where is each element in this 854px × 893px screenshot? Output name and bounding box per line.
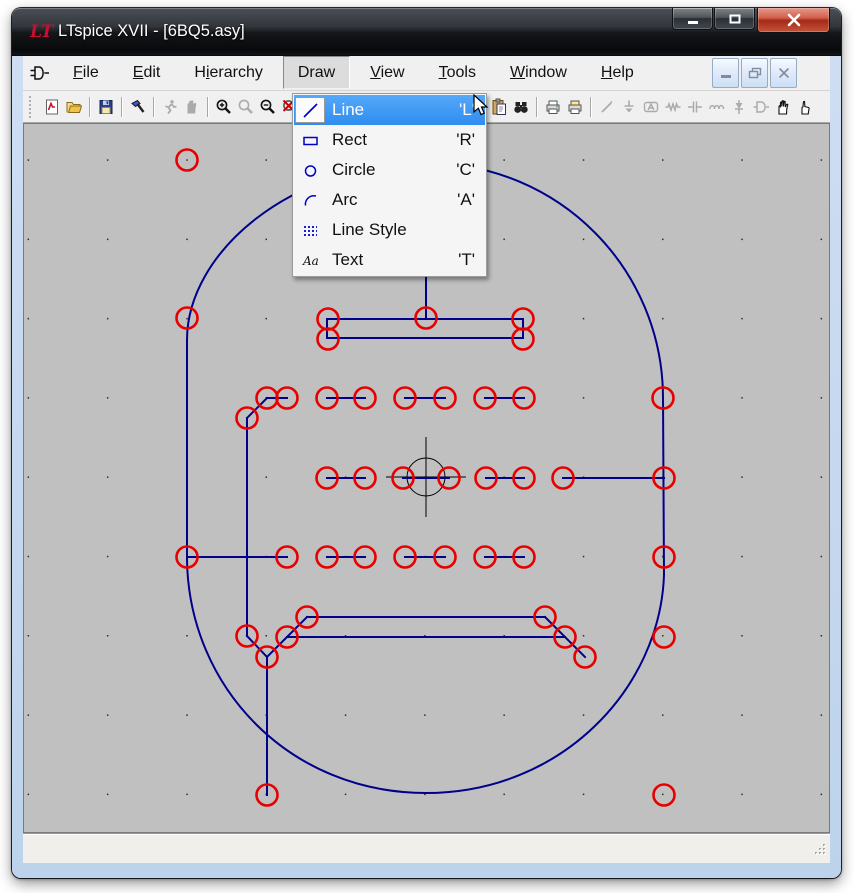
drag-hand-icon[interactable] — [794, 95, 816, 119]
halt-icon — [181, 95, 203, 119]
toolbar-separator — [207, 97, 209, 117]
resistor-icon — [662, 95, 684, 119]
text-icon: Aa — [295, 247, 325, 273]
menu-window[interactable]: Window — [496, 56, 581, 89]
menu-item-label: Text — [325, 250, 458, 270]
menu-item-shortcut: 'A' — [457, 190, 485, 210]
menu-view[interactable]: View — [356, 56, 418, 89]
toolbar-separator — [590, 97, 592, 117]
window-title: LTspice XVII - [6BQ5.asy] — [58, 8, 245, 56]
menu-bar: FileEditHierarchyDrawViewToolsWindowHelp — [23, 56, 830, 91]
toolbar-grip[interactable] — [29, 96, 34, 118]
zoom-in-icon[interactable] — [213, 95, 235, 119]
ltspice-logo-icon: LT — [30, 21, 56, 43]
print-preview-icon[interactable] — [564, 95, 586, 119]
menu-tools[interactable]: Tools — [425, 56, 490, 89]
menu-item-label: Rect — [325, 130, 456, 150]
line-style-icon — [295, 217, 325, 243]
circle-icon — [295, 157, 325, 183]
run-icon — [159, 95, 181, 119]
draw-menu-item-arc[interactable]: Arc'A' — [294, 185, 485, 215]
menu-item-label: Line Style — [325, 220, 475, 240]
control-panel-icon[interactable] — [127, 95, 149, 119]
open-icon[interactable] — [63, 95, 85, 119]
mdi-close-button[interactable] — [770, 58, 797, 88]
component-icon — [750, 95, 772, 119]
draw-dropdown-menu: Line'L'Rect'R'Circle'C'Arc'A'Line StyleA… — [292, 93, 487, 277]
menu-item-shortcut: 'R' — [456, 130, 485, 150]
rect-icon — [295, 127, 325, 153]
print-icon[interactable] — [542, 95, 564, 119]
mdi-minimize-button[interactable] — [712, 58, 739, 88]
inductor-icon — [706, 95, 728, 119]
zoom-back-icon — [235, 95, 257, 119]
menu-file[interactable]: File — [59, 56, 113, 89]
draw-menu-item-circle[interactable]: Circle'C' — [294, 155, 485, 185]
screen: LT LTspice XVII - [6BQ5.asy] FileEditHie… — [0, 0, 854, 893]
menu-hierarchy[interactable]: Hierarchy — [180, 56, 276, 89]
menu-item-label: Circle — [325, 160, 456, 180]
close-button[interactable] — [757, 8, 830, 33]
diode-icon — [728, 95, 750, 119]
symbol-document-icon[interactable] — [29, 63, 51, 83]
label-icon — [640, 95, 662, 119]
mdi-restore-button[interactable] — [741, 58, 768, 88]
new-symbol-icon[interactable] — [41, 95, 63, 119]
draw-menu-item-line[interactable]: Line'L' — [294, 95, 485, 125]
line-icon — [295, 97, 325, 123]
ground-icon — [618, 95, 640, 119]
minimize-button[interactable] — [672, 8, 713, 30]
save-icon[interactable] — [95, 95, 117, 119]
arc-icon — [295, 187, 325, 213]
draw-menu-item-line-style[interactable]: Line Style — [294, 215, 485, 245]
capacitor-icon — [684, 95, 706, 119]
draw-menu-item-rect[interactable]: Rect'R' — [294, 125, 485, 155]
zoom-out-icon[interactable] — [257, 95, 279, 119]
resize-grip-icon[interactable] — [811, 840, 827, 859]
move-hand-icon[interactable] — [772, 95, 794, 119]
menu-help[interactable]: Help — [587, 56, 648, 89]
wire-icon — [596, 95, 618, 119]
title-bar[interactable]: LT LTspice XVII - [6BQ5.asy] — [12, 8, 841, 56]
draw-menu-item-text[interactable]: Aa Text'T' — [294, 245, 485, 275]
menu-item-shortcut: 'C' — [456, 160, 485, 180]
menu-draw[interactable]: Draw — [283, 56, 350, 89]
menu-edit[interactable]: Edit — [119, 56, 175, 89]
menu-item-label: Line — [325, 100, 459, 120]
menu-item-shortcut: 'T' — [458, 250, 485, 270]
svg-text:Aa: Aa — [302, 254, 319, 268]
mouse-cursor-icon — [472, 94, 492, 123]
find-icon[interactable] — [510, 95, 532, 119]
toolbar-separator — [89, 97, 91, 117]
menu-item-label: Arc — [325, 190, 457, 210]
status-bar — [23, 833, 830, 863]
toolbar-separator — [536, 97, 538, 117]
toolbar-separator — [153, 97, 155, 117]
maximize-button[interactable] — [714, 8, 755, 30]
toolbar-separator — [121, 97, 123, 117]
